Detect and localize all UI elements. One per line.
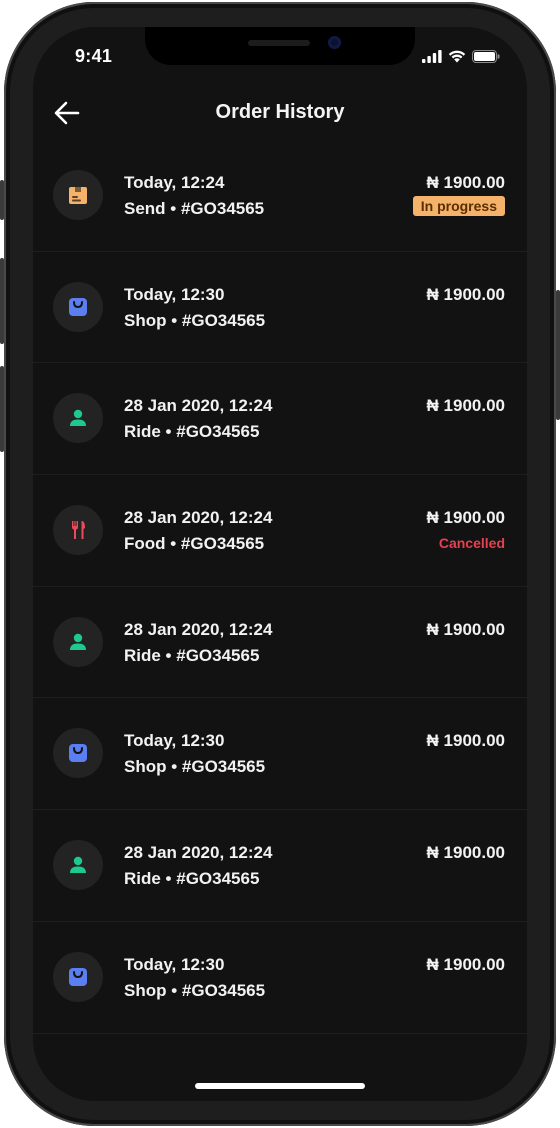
order-type-badge (53, 505, 103, 556)
order-row[interactable]: 28 Jan 2020, 12:24 Food • #GO34565 ₦ 190… (33, 475, 527, 587)
order-reference: Send • #GO34565 (124, 199, 265, 218)
order-reference: Food • #GO34565 (124, 534, 265, 554)
order-datetime: 28 Jan 2020, 12:24 (124, 619, 273, 639)
status-label: Cancelled (438, 535, 505, 552)
front-camera (328, 36, 341, 49)
order-datetime: 28 Jan 2020, 12:24 (124, 396, 273, 416)
shopping-bag-icon (69, 297, 87, 316)
order-row[interactable]: 28 Jan 2020, 12:24 Ride • #GO34565 ₦ 190… (33, 810, 527, 922)
order-amount: ₦ 1900.00 (426, 173, 505, 192)
notch (145, 27, 415, 65)
order-amount: ₦ 1900.00 (426, 731, 505, 751)
order-row[interactable]: Today, 12:24 Send • #GO34565 ₦ 1900.00 I… (33, 140, 527, 252)
speaker-grille (248, 40, 310, 46)
order-datetime: 28 Jan 2020, 12:24 (124, 508, 273, 528)
order-amount: ₦ 1900.00 (426, 284, 505, 304)
order-type-badge (53, 840, 103, 891)
order-datetime: Today, 12:24 (124, 173, 225, 192)
person-icon (70, 633, 86, 650)
order-row[interactable]: Today, 12:30 Shop • #GO34565 ₦ 1900.00 (33, 698, 527, 811)
order-amount: ₦ 1900.00 (426, 619, 505, 639)
order-type-badge (53, 728, 103, 779)
status-icons (422, 50, 500, 63)
order-amount: ₦ 1900.00 (426, 508, 505, 528)
power-button (556, 290, 560, 420)
order-reference: Shop • #GO34565 (124, 310, 266, 330)
header: Order History (33, 90, 527, 136)
order-row[interactable]: Today, 12:30 Shop • #GO34565 ₦ 1900.00 (33, 252, 527, 364)
fork-knife-icon (72, 521, 85, 540)
order-list: Today, 12:24 Send • #GO34565 ₦ 1900.00 I… (33, 140, 527, 1034)
order-row[interactable]: 28 Jan 2020, 12:24 Ride • #GO34565 ₦ 190… (33, 587, 527, 699)
order-type-badge (53, 951, 103, 1002)
order-row[interactable]: Today, 12:30 Shop • #GO34565 ₦ 1900.00 (33, 922, 527, 1034)
status-time: 9:41 (75, 46, 113, 66)
order-reference: Ride • #GO34565 (124, 645, 260, 665)
order-reference: Shop • #GO34565 (124, 757, 266, 777)
order-type-badge (53, 393, 103, 444)
order-datetime: 28 Jan 2020, 12:24 (124, 843, 273, 863)
order-amount: ₦ 1900.00 (426, 843, 505, 863)
home-indicator[interactable] (195, 1083, 365, 1089)
order-row[interactable]: 28 Jan 2020, 12:24 Ride • #GO34565 ₦ 190… (33, 363, 527, 476)
order-datetime: Today, 12:30 (124, 954, 225, 974)
order-type-badge (53, 281, 103, 332)
order-reference: Ride • #GO34565 (124, 869, 260, 889)
order-type-badge (53, 170, 103, 220)
order-reference: Shop • #GO34565 (124, 980, 266, 1000)
signal-icon (422, 50, 442, 63)
shopping-bag-icon (69, 744, 87, 763)
person-icon (70, 410, 86, 427)
order-amount: ₦ 1900.00 (426, 954, 505, 974)
order-reference: Ride • #GO34565 (124, 422, 260, 442)
order-type-badge (53, 616, 103, 667)
wifi-icon (448, 50, 466, 63)
battery-icon (472, 50, 500, 63)
page-title: Order History (215, 101, 345, 123)
package-icon (69, 187, 87, 204)
order-datetime: Today, 12:30 (124, 284, 225, 304)
shopping-bag-icon (69, 967, 87, 986)
person-icon (70, 856, 86, 874)
status-badge: In progress (412, 196, 505, 216)
order-datetime: Today, 12:30 (124, 731, 225, 751)
order-amount: ₦ 1900.00 (426, 396, 505, 416)
